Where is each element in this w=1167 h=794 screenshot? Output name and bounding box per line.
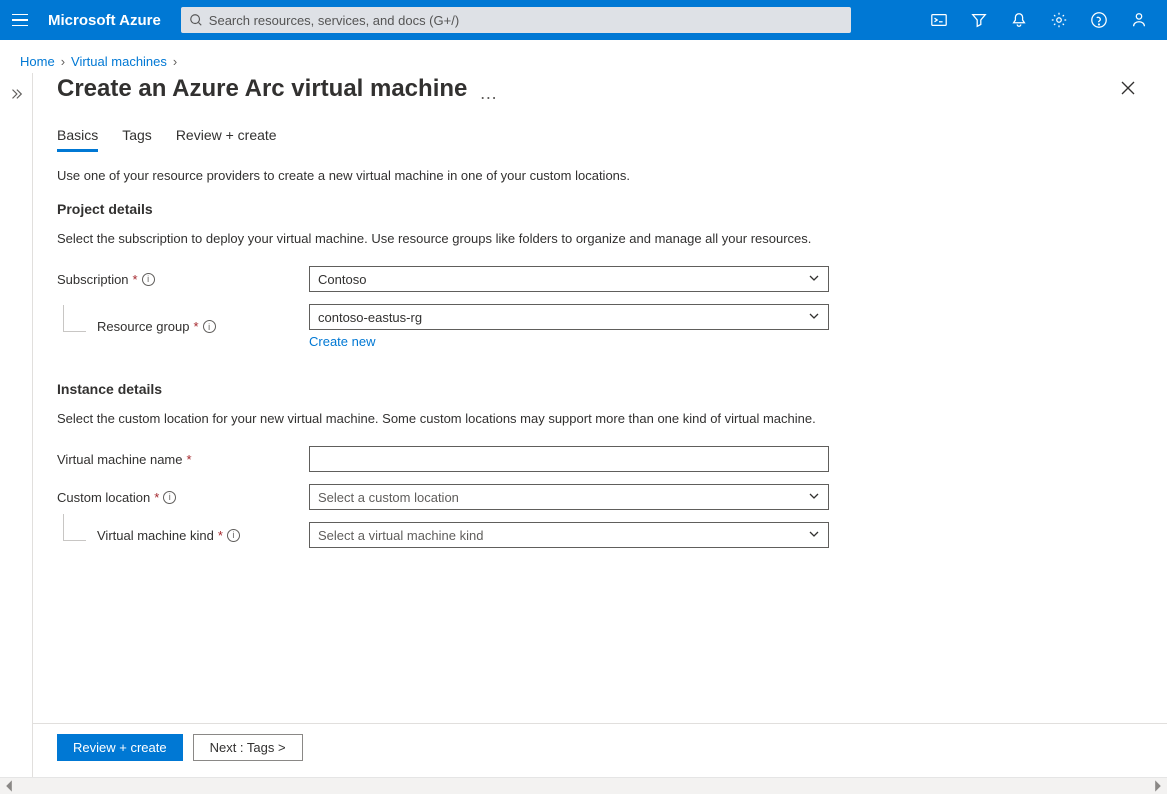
search-icon: [189, 13, 203, 27]
tab-bar: Basics Tags Review + create: [33, 111, 1167, 152]
help-icon[interactable]: [1079, 0, 1119, 40]
settings-gear-icon[interactable]: [1039, 0, 1079, 40]
breadcrumb-home[interactable]: Home: [20, 54, 55, 69]
breadcrumb-vm[interactable]: Virtual machines: [71, 54, 167, 69]
required-asterisk: *: [154, 490, 159, 505]
resource-group-select[interactable]: contoso-eastus-rg: [309, 304, 829, 330]
top-header: Microsoft Azure: [0, 0, 1167, 40]
wizard-footer: Review + create Next : Tags >: [33, 723, 1167, 777]
global-search[interactable]: [181, 7, 851, 33]
vm-name-row: Virtual machine name *: [57, 446, 1143, 472]
custom-location-label: Custom location: [57, 490, 150, 505]
feedback-icon[interactable]: [1119, 0, 1159, 40]
vm-kind-placeholder: Select a virtual machine kind: [318, 528, 483, 543]
info-icon[interactable]: i: [203, 320, 216, 333]
horizontal-scrollbar[interactable]: [0, 777, 1167, 794]
search-input[interactable]: [209, 13, 843, 28]
resource-group-row: Resource group * i contoso-eastus-rg Cre…: [57, 304, 1143, 349]
project-details-desc: Select the subscription to deploy your v…: [57, 231, 1143, 246]
scroll-left-icon[interactable]: [2, 779, 16, 793]
info-icon[interactable]: i: [163, 491, 176, 504]
scroll-right-icon[interactable]: [1151, 779, 1165, 793]
vm-name-input[interactable]: [309, 446, 829, 472]
expand-rail-icon[interactable]: [9, 87, 23, 104]
custom-location-select[interactable]: Select a custom location: [309, 484, 829, 510]
subscription-row: Subscription * i Contoso: [57, 266, 1143, 292]
chevron-down-icon: [808, 272, 820, 287]
resource-group-value: contoso-eastus-rg: [318, 310, 422, 325]
brand-label: Microsoft Azure: [48, 12, 161, 29]
custom-location-placeholder: Select a custom location: [318, 490, 459, 505]
chevron-down-icon: [808, 528, 820, 543]
required-asterisk: *: [133, 272, 138, 287]
instance-details-heading: Instance details: [57, 381, 1143, 397]
chevron-down-icon: [808, 490, 820, 505]
next-tags-button[interactable]: Next : Tags >: [193, 734, 303, 761]
close-blade-icon[interactable]: [1121, 81, 1143, 98]
required-asterisk: *: [194, 319, 199, 334]
subscription-label: Subscription: [57, 272, 129, 287]
create-new-link[interactable]: Create new: [309, 334, 375, 349]
resource-group-label: Resource group: [97, 319, 190, 334]
cloud-shell-icon[interactable]: [919, 0, 959, 40]
page-title: Create an Azure Arc virtual machine: [57, 75, 467, 103]
subscription-value: Contoso: [318, 272, 366, 287]
chevron-right-icon: ›: [61, 54, 65, 69]
directory-filter-icon[interactable]: [959, 0, 999, 40]
main-panel: Create an Azure Arc virtual machine … Ba…: [33, 73, 1167, 777]
breadcrumb: Home › Virtual machines ›: [0, 40, 1167, 73]
intro-text: Use one of your resource providers to cr…: [57, 168, 1143, 183]
custom-location-row: Custom location * i Select a custom loca…: [57, 484, 1143, 510]
vm-name-label: Virtual machine name: [57, 452, 183, 467]
tab-review-create[interactable]: Review + create: [176, 127, 277, 152]
info-icon[interactable]: i: [142, 273, 155, 286]
chevron-down-icon: [808, 310, 820, 325]
required-asterisk: *: [187, 452, 192, 467]
header-icon-group: [919, 0, 1159, 40]
page-header: Create an Azure Arc virtual machine …: [33, 73, 1167, 111]
project-details-heading: Project details: [57, 201, 1143, 217]
instance-details-desc: Select the custom location for your new …: [57, 411, 1143, 426]
subscription-select[interactable]: Contoso: [309, 266, 829, 292]
required-asterisk: *: [218, 528, 223, 543]
vm-kind-label: Virtual machine kind: [97, 528, 214, 543]
form-content: Use one of your resource providers to cr…: [33, 152, 1167, 723]
notifications-icon[interactable]: [999, 0, 1039, 40]
chevron-right-icon: ›: [173, 54, 177, 69]
tab-basics[interactable]: Basics: [57, 127, 98, 152]
menu-toggle-icon[interactable]: [8, 8, 32, 32]
tab-tags[interactable]: Tags: [122, 127, 152, 152]
left-rail: [0, 73, 33, 777]
info-icon[interactable]: i: [227, 529, 240, 542]
more-ellipsis-icon[interactable]: …: [479, 84, 498, 102]
vm-kind-row: Virtual machine kind * i Select a virtua…: [57, 522, 1143, 548]
vm-kind-select[interactable]: Select a virtual machine kind: [309, 522, 829, 548]
review-create-button[interactable]: Review + create: [57, 734, 183, 761]
